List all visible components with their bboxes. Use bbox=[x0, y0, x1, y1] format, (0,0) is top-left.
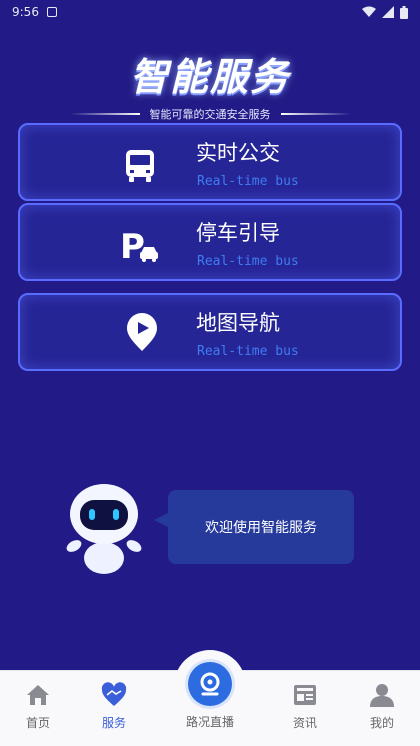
page-subtitle: 智能可靠的交通安全服务 bbox=[149, 108, 271, 121]
user-icon bbox=[370, 684, 394, 707]
wifi-icon bbox=[362, 6, 376, 17]
status-bar: 9:56 bbox=[0, 0, 420, 24]
svg-text:P: P bbox=[120, 227, 145, 265]
status-time: 9:56 bbox=[12, 5, 39, 19]
service-heart-icon bbox=[101, 682, 127, 706]
nav-item-live-traffic[interactable] bbox=[188, 662, 232, 706]
nav-item-news[interactable]: 资讯 bbox=[275, 682, 335, 731]
home-icon bbox=[27, 685, 49, 705]
navigation-pin-icon bbox=[127, 313, 157, 351]
assistant-message: 欢迎使用智能服务 bbox=[205, 520, 317, 536]
card-title: 实时公交 bbox=[196, 141, 280, 165]
nav-label: 资讯 bbox=[292, 716, 317, 730]
camera-icon bbox=[200, 672, 220, 696]
notification-icon bbox=[46, 7, 57, 17]
nav-label: 路况直播 bbox=[185, 715, 234, 729]
battery-icon bbox=[400, 5, 408, 19]
signal-icon bbox=[382, 6, 394, 18]
nav-item-service[interactable]: 服务 bbox=[84, 682, 144, 731]
divider-right bbox=[280, 113, 351, 115]
nav-label: 首页 bbox=[25, 716, 50, 730]
card-subtitle: Real-time bus bbox=[197, 254, 299, 269]
nav-label: 我的 bbox=[369, 716, 394, 730]
robot-assistant-icon[interactable] bbox=[60, 478, 150, 578]
divider-left bbox=[69, 113, 140, 115]
card-title: 停车引导 bbox=[196, 221, 280, 245]
card-parking-guide[interactable]: P 停车引导 Real-time bus bbox=[18, 203, 402, 281]
news-icon bbox=[294, 685, 316, 705]
card-subtitle: Real-time bus bbox=[197, 174, 299, 189]
card-realtime-bus[interactable]: 实时公交 Real-time bus bbox=[18, 123, 402, 201]
card-map-navigation[interactable]: 地图导航 Real-time bus bbox=[18, 293, 402, 371]
nav-item-mine[interactable]: 我的 bbox=[352, 682, 412, 731]
nav-item-home[interactable]: 首页 bbox=[8, 682, 68, 731]
nav-label: 服务 bbox=[101, 716, 126, 730]
speech-bubble: 欢迎使用智能服务 bbox=[168, 490, 354, 564]
page-title: 智能服务 bbox=[129, 55, 290, 99]
card-subtitle: Real-time bus bbox=[197, 344, 299, 359]
bus-icon bbox=[126, 150, 154, 182]
subtitle-row: 智能可靠的交通安全服务 bbox=[0, 106, 420, 122]
parking-icon: P bbox=[120, 227, 158, 265]
card-title: 地图导航 bbox=[196, 311, 280, 335]
